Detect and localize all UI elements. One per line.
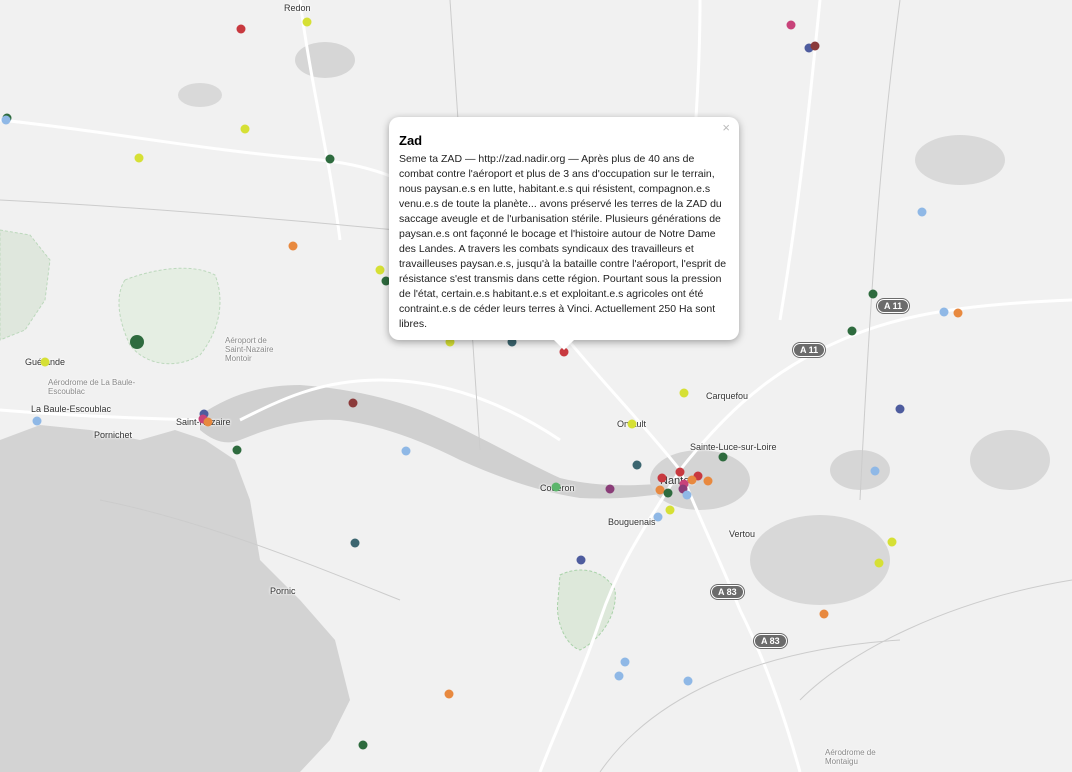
map-marker[interactable] bbox=[679, 388, 689, 398]
place-label: La Baule-Escoublac bbox=[31, 404, 112, 414]
popup-description: Seme ta ZAD — http://zad.nadir.org — Apr… bbox=[399, 153, 727, 330]
map-marker[interactable] bbox=[401, 446, 411, 456]
map-marker[interactable] bbox=[32, 416, 42, 426]
map-marker[interactable] bbox=[576, 555, 586, 565]
map-marker[interactable] bbox=[939, 307, 949, 317]
map-marker[interactable] bbox=[847, 326, 857, 336]
map-marker[interactable] bbox=[895, 404, 905, 414]
map-marker[interactable] bbox=[819, 609, 829, 619]
map-marker[interactable] bbox=[917, 207, 927, 217]
map-marker[interactable] bbox=[874, 558, 884, 568]
map-marker[interactable] bbox=[870, 466, 880, 476]
map-marker[interactable] bbox=[868, 289, 878, 299]
map-marker[interactable] bbox=[288, 241, 298, 251]
map-marker[interactable] bbox=[653, 512, 663, 522]
map-marker[interactable] bbox=[614, 671, 624, 681]
map-marker[interactable] bbox=[348, 398, 358, 408]
map-canvas[interactable]: Redon Guérande La Baule-Escoublac Pornic… bbox=[0, 0, 1072, 772]
map-marker[interactable] bbox=[786, 20, 796, 30]
map-marker[interactable] bbox=[134, 153, 144, 163]
info-popup: × Zad Seme ta ZAD — http://zad.nadir.org… bbox=[389, 117, 739, 340]
place-label: Bouguenais bbox=[608, 517, 656, 527]
road-shield: A 83 bbox=[754, 634, 787, 648]
map-marker[interactable] bbox=[657, 473, 667, 483]
map-marker[interactable] bbox=[687, 475, 697, 485]
minor-label: Aéroport de Saint-Nazaire Montoir bbox=[225, 336, 274, 363]
road-shield: A 83 bbox=[711, 585, 744, 599]
map-marker[interactable] bbox=[375, 265, 385, 275]
popup-tip bbox=[553, 339, 575, 350]
map-marker[interactable] bbox=[605, 484, 615, 494]
map-marker[interactable] bbox=[665, 505, 675, 515]
map-marker[interactable] bbox=[703, 476, 713, 486]
popup-title: Zad bbox=[399, 133, 423, 148]
map-marker[interactable] bbox=[620, 657, 630, 667]
map-marker[interactable] bbox=[240, 124, 250, 134]
road-shield: A 11 bbox=[793, 343, 826, 357]
place-label: Redon bbox=[284, 3, 311, 13]
map-marker[interactable] bbox=[663, 488, 673, 498]
map-marker[interactable] bbox=[444, 689, 454, 699]
road-shield: A 11 bbox=[877, 299, 910, 313]
place-label: Carquefou bbox=[706, 391, 749, 401]
map-marker[interactable] bbox=[40, 357, 50, 367]
place-label: Vertou bbox=[729, 529, 756, 539]
map-marker[interactable] bbox=[325, 154, 335, 164]
place-label: Pornichet bbox=[94, 430, 133, 440]
map-marker[interactable] bbox=[232, 445, 242, 455]
minor-label: Aérodrome de La Baule-Escoublac bbox=[48, 378, 136, 396]
map-marker[interactable] bbox=[675, 467, 685, 477]
map-marker[interactable] bbox=[810, 41, 820, 51]
map-marker[interactable] bbox=[130, 335, 144, 349]
map-marker[interactable] bbox=[683, 676, 693, 686]
map-marker[interactable] bbox=[682, 490, 692, 500]
map-marker[interactable] bbox=[350, 538, 360, 548]
map-marker[interactable] bbox=[236, 24, 246, 34]
map-marker[interactable] bbox=[718, 452, 728, 462]
map-marker[interactable] bbox=[302, 17, 312, 27]
basemap bbox=[0, 0, 1072, 772]
map-marker[interactable] bbox=[358, 740, 368, 750]
close-icon[interactable]: × bbox=[722, 121, 730, 135]
minor-label: Aérodrome de Montaigu bbox=[825, 748, 876, 766]
map-marker[interactable] bbox=[1, 115, 11, 125]
place-label: Pornic bbox=[270, 586, 296, 596]
map-marker[interactable] bbox=[551, 482, 561, 492]
map-marker[interactable] bbox=[627, 419, 637, 429]
place-label: Sainte-Luce-sur-Loire bbox=[690, 442, 777, 452]
map-marker[interactable] bbox=[887, 537, 897, 547]
map-marker[interactable] bbox=[203, 417, 213, 427]
map-marker[interactable] bbox=[632, 460, 642, 470]
map-marker[interactable] bbox=[953, 308, 963, 318]
